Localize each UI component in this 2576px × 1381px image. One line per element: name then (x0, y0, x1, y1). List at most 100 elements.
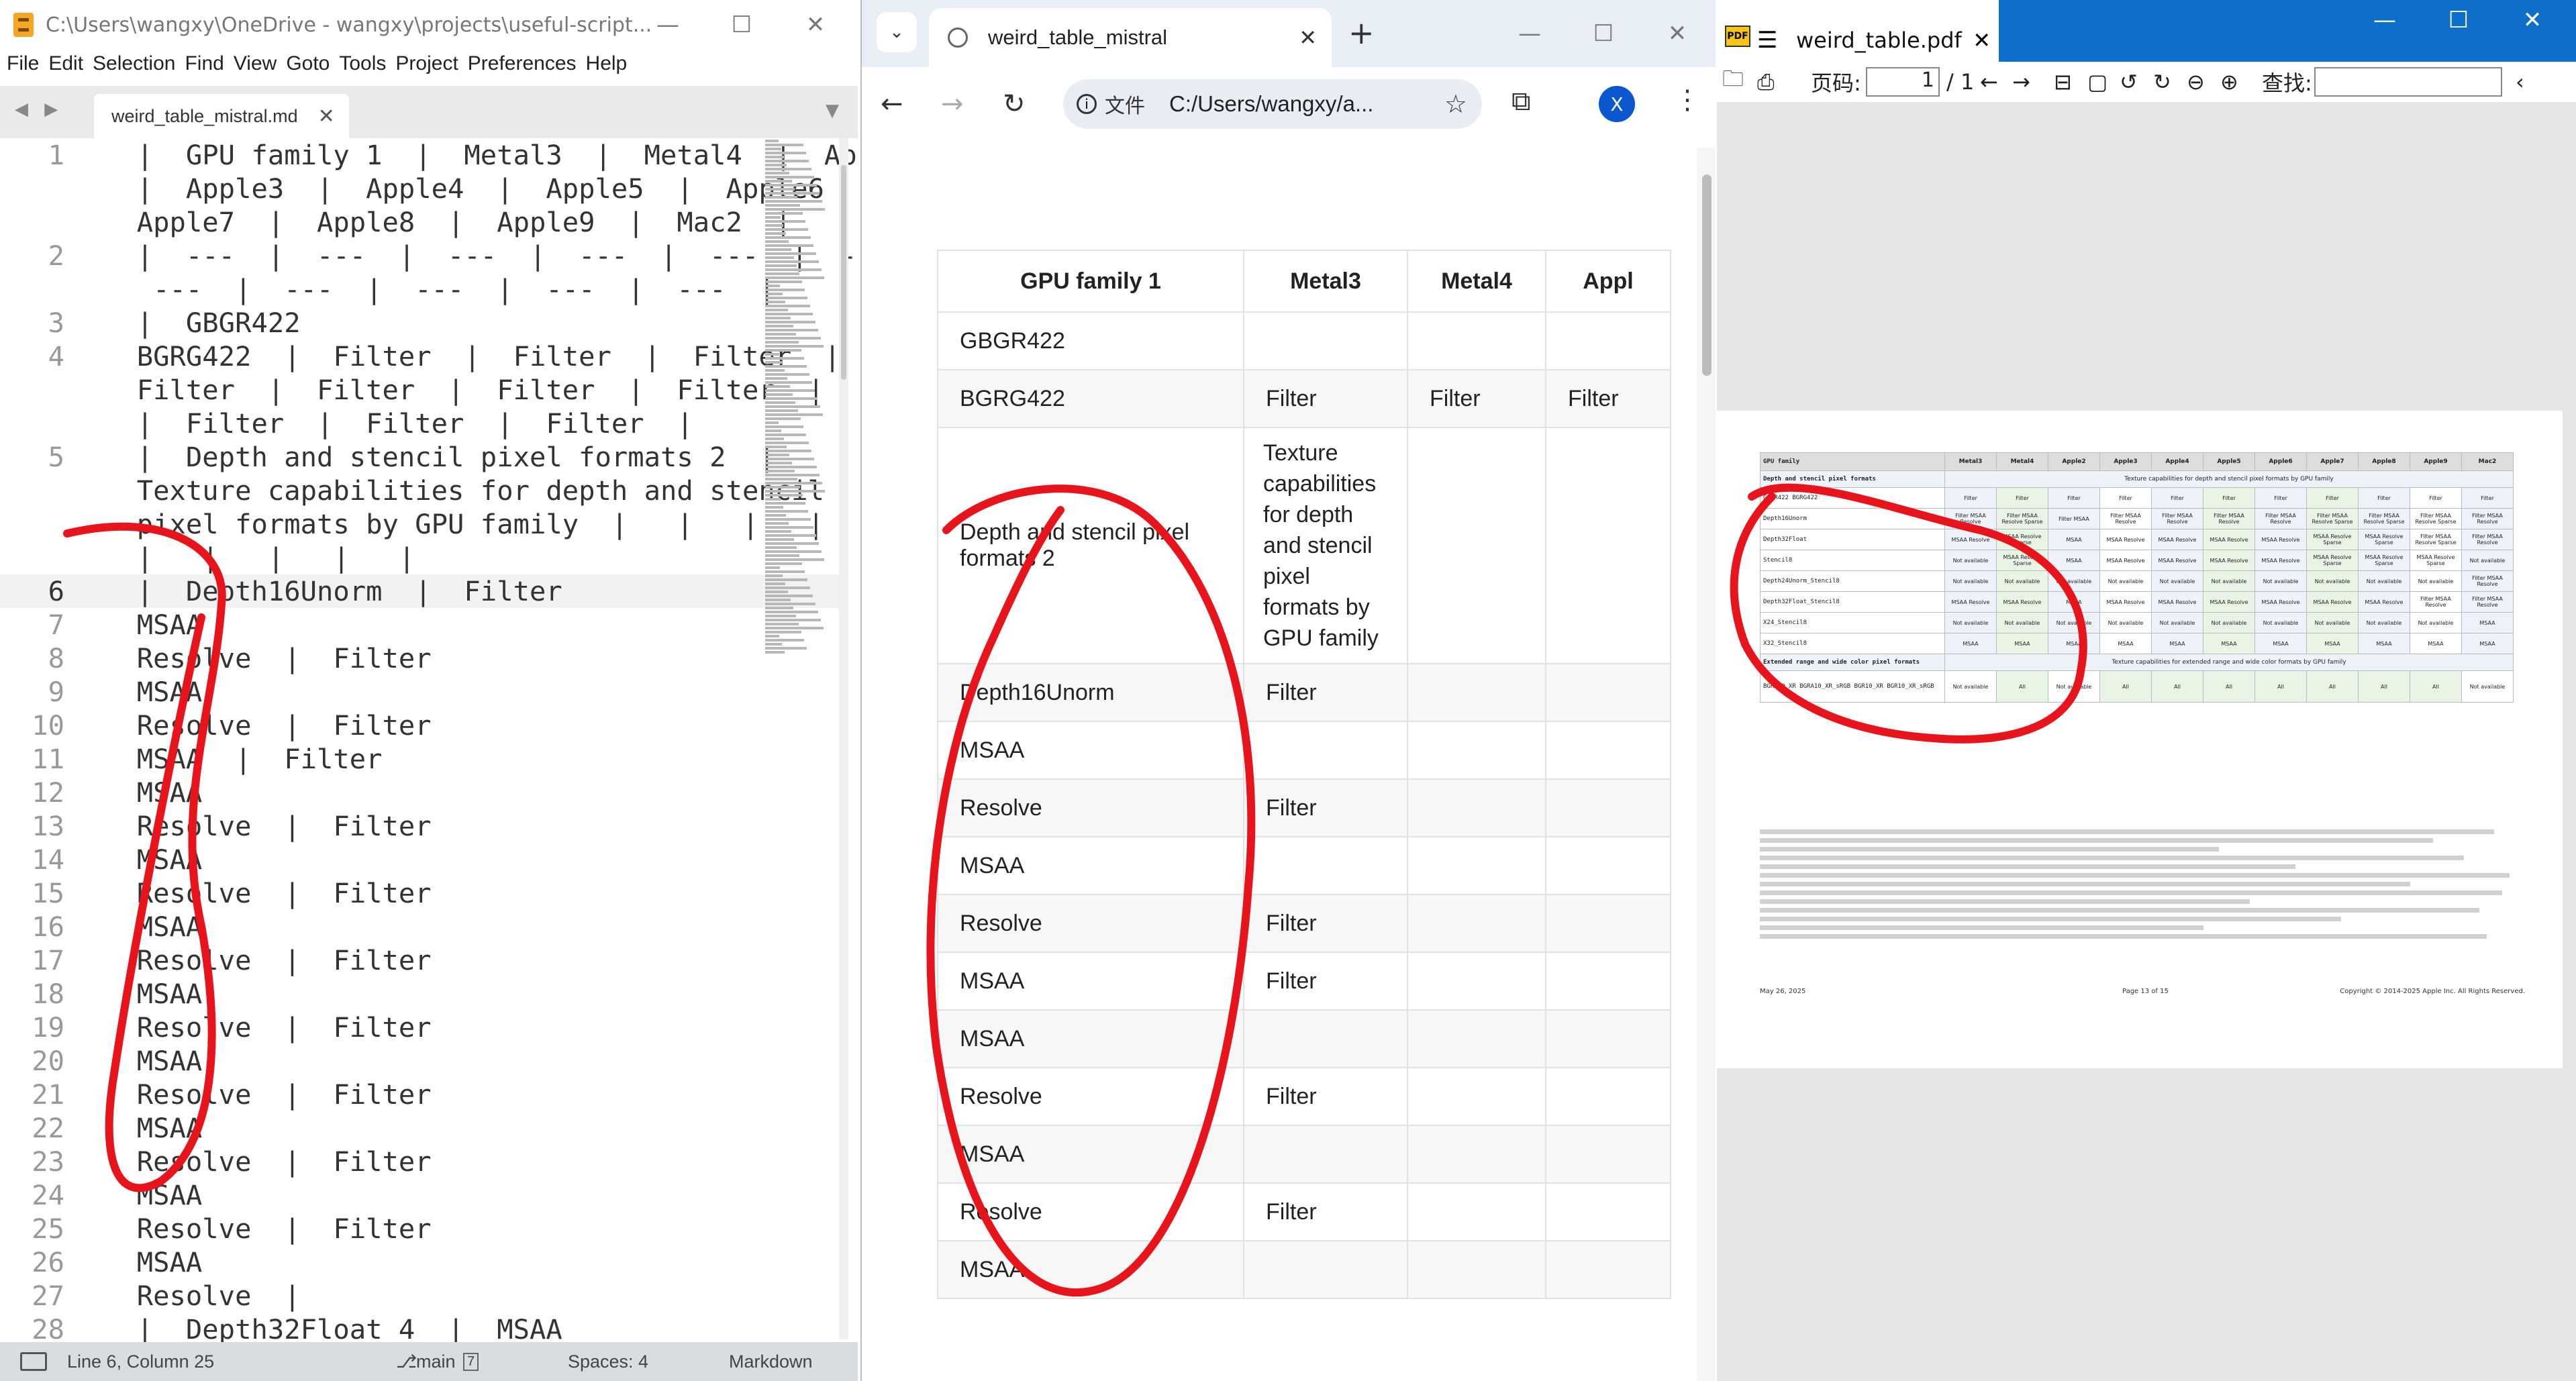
back-arrow-icon[interactable]: ← (881, 89, 903, 119)
editor-scroll-thumb[interactable] (841, 165, 846, 380)
code-line[interactable]: Resolve | Filter (104, 1145, 432, 1178)
page-scroll-thumb[interactable] (1702, 174, 1712, 376)
menu-item[interactable]: Project (395, 52, 458, 75)
code-line[interactable]: MSAA (104, 977, 203, 1011)
code-line[interactable]: | GPU family 1 | Metal3 | Metal4 | Apple… (104, 138, 858, 172)
rotate-left-icon[interactable]: ↺ (2120, 69, 2138, 95)
menu-item[interactable]: Selection (93, 52, 175, 75)
code-line[interactable]: MSAA (104, 1044, 203, 1078)
code-line[interactable]: MSAA (104, 1111, 203, 1145)
prev-page-arrow-icon[interactable]: ← (1980, 69, 1998, 95)
tab-list-chevron-icon[interactable]: ▼ (826, 101, 839, 121)
menu-item[interactable]: Edit (48, 52, 83, 75)
page-number-input[interactable]: 1 (1866, 67, 1940, 97)
fit-page-icon[interactable]: ▢ (2087, 69, 2108, 95)
continuous-view-icon[interactable]: ⊟ (2054, 69, 2072, 95)
maximize-button[interactable]: ☐ (2422, 0, 2495, 40)
code-line[interactable]: | | | | | (104, 541, 415, 574)
reload-icon[interactable]: ↻ (1003, 89, 1026, 119)
code-line[interactable]: | Apple3 | Apple4 | Apple5 | Apple6 | (104, 172, 858, 205)
maximize-button[interactable]: ☐ (1567, 0, 1640, 67)
code-line[interactable]: Resolve | Filter (104, 943, 432, 977)
menu-item[interactable]: Help (586, 52, 628, 75)
code-line[interactable]: MSAA (104, 1178, 203, 1212)
cursor-position[interactable]: Line 6, Column 25 (67, 1351, 214, 1372)
code-area[interactable]: 1 | GPU family 1 | Metal3 | Metal4 | App… (0, 138, 858, 1346)
editor-scrollbar[interactable] (839, 138, 848, 1339)
forward-arrow-icon[interactable]: → (941, 89, 964, 119)
page-scrollbar[interactable] (1697, 148, 1716, 1381)
code-line[interactable]: Resolve | Filter (104, 642, 432, 675)
code-line[interactable]: Filter | Filter | Filter | Filter | Filt… (104, 373, 858, 407)
close-button[interactable]: ✕ (1640, 0, 1714, 67)
code-line[interactable]: | Depth and stencil pixel formats 2 | (104, 440, 775, 474)
bookmark-star-icon[interactable]: ☆ (1444, 89, 1467, 119)
code-line[interactable]: MSAA (104, 1245, 203, 1279)
code-line[interactable]: Resolve | (104, 1279, 301, 1313)
indent-setting[interactable]: Spaces: 4 (568, 1351, 648, 1372)
panel-toggle-icon[interactable] (20, 1352, 47, 1371)
info-icon[interactable]: i (1077, 94, 1097, 114)
minimize-button[interactable]: — (631, 0, 705, 50)
editor-tab[interactable]: weird_table_mistral.md ✕ (94, 94, 349, 138)
code-line[interactable]: Resolve | Filter (104, 1212, 432, 1245)
code-line[interactable]: MSAA (104, 843, 203, 876)
editor-titlebar[interactable]: C:\Users\wangxy\OneDrive - wangxy\projec… (0, 0, 858, 50)
collapse-chevron-icon[interactable]: ‹ (2516, 69, 2524, 95)
menu-item[interactable]: File (7, 52, 39, 75)
minimize-button[interactable]: — (2348, 0, 2422, 40)
zoom-out-icon[interactable]: ⊖ (2187, 69, 2205, 95)
code-line[interactable]: | Depth32Float 4 | MSAA (104, 1313, 562, 1346)
code-line[interactable]: | GBGR422 (104, 306, 301, 340)
pdf-canvas[interactable]: GPU family Metal3 Metal4 Apple2 Apple3 Apple4… (1717, 102, 2576, 1381)
code-line[interactable]: | Filter | Filter | Filter | (104, 407, 693, 440)
code-line[interactable]: Resolve | Filter (104, 809, 432, 843)
code-line[interactable]: MSAA (104, 910, 203, 943)
rotate-right-icon[interactable]: ↻ (2153, 69, 2171, 95)
address-bar[interactable]: i 文件 C:/Users/wangxy/a... ☆ (1063, 79, 1482, 129)
code-line[interactable]: BGRG422 | Filter | Filter | Filter | (104, 340, 840, 373)
profile-avatar[interactable]: X (1599, 86, 1635, 122)
tab-close-icon[interactable]: ✕ (318, 105, 335, 128)
close-button[interactable]: ✕ (779, 0, 852, 50)
minimize-button[interactable]: — (1493, 0, 1567, 67)
menu-item[interactable]: Preferences (468, 52, 577, 75)
hamburger-menu-icon[interactable]: ☰ (1757, 27, 1777, 54)
menu-item[interactable]: View (234, 52, 277, 75)
code-line[interactable]: | --- | --- | --- | --- | --- | --- | --… (104, 239, 858, 272)
maximize-button[interactable]: ☐ (705, 0, 779, 50)
minimap[interactable] (765, 138, 832, 662)
git-branch[interactable]: main (416, 1351, 456, 1372)
menu-item[interactable]: Tools (339, 52, 386, 75)
code-line[interactable]: | Depth16Unorm | Filter (104, 574, 562, 608)
find-input[interactable] (2314, 67, 2502, 97)
tab-close-icon[interactable]: ✕ (1299, 25, 1317, 50)
close-button[interactable]: ✕ (2495, 0, 2569, 40)
menu-item[interactable]: Find (185, 52, 224, 75)
code-line[interactable]: MSAA | Filter (104, 742, 383, 776)
zoom-in-icon[interactable]: ⊕ (2220, 69, 2238, 95)
code-line[interactable]: Apple7 | Apple8 | Apple9 | Mac2 | (104, 205, 791, 239)
extensions-puzzle-icon[interactable]: ⧉ (1512, 86, 1531, 117)
code-line[interactable]: Resolve | Filter (104, 876, 432, 910)
code-line[interactable]: Resolve | Filter (104, 1011, 432, 1044)
next-page-arrow-icon[interactable]: → (2012, 69, 2030, 95)
code-line[interactable]: MSAA (104, 608, 203, 642)
code-line[interactable]: MSAA (104, 675, 203, 709)
code-line[interactable]: MSAA (104, 776, 203, 809)
code-line[interactable]: pixel formats by GPU family | | | | | (104, 507, 858, 541)
open-folder-icon[interactable]: 🗀 (1722, 64, 1744, 100)
site-info-label[interactable]: 文件 (1105, 89, 1145, 119)
kebab-menu-icon[interactable]: ⋮ (1674, 85, 1701, 115)
print-icon[interactable]: ⎙ (1757, 69, 1775, 95)
syntax-setting[interactable]: Markdown (729, 1351, 813, 1372)
menu-item[interactable]: Goto (286, 52, 330, 75)
tab-nav-arrows-icon[interactable]: ◀ ▶ (15, 99, 63, 119)
code-line[interactable]: --- | --- | --- | --- | --- | (104, 272, 775, 306)
code-line[interactable]: Resolve | Filter (104, 1078, 432, 1111)
browser-tab[interactable]: weird_table_mistral ✕ (929, 8, 1332, 67)
code-line[interactable]: Resolve | Filter (104, 709, 432, 742)
tab-search-chevron-icon[interactable]: ⌄ (877, 12, 917, 52)
new-tab-plus-icon[interactable]: + (1348, 15, 1375, 51)
url-text[interactable]: C:/Users/wangxy/a... (1169, 91, 1373, 117)
